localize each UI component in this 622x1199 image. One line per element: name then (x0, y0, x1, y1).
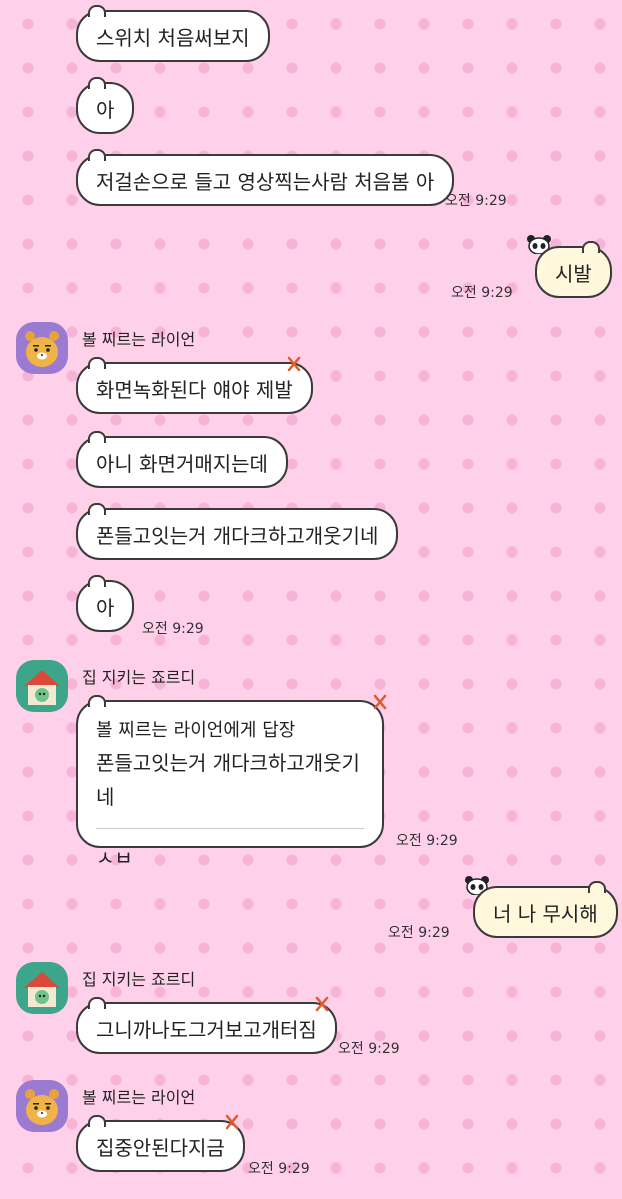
message-text: 집중안된다지금 (96, 1136, 225, 1160)
message-text: 폰들고잇는거 개다크하고개웃기네 (96, 524, 379, 548)
message-text: 그니까나도그거보고개터짐 (96, 1018, 317, 1042)
message-bubble[interactable]: 저걸손으로 들고 영상찍는사람 처음봄 아 (76, 149, 455, 206)
message-text: 스위치 처음써보지 (96, 26, 250, 50)
message-text: 너 나 무시해 (493, 902, 598, 926)
message-bubble-me[interactable]: 너 나 무시해 (473, 881, 618, 938)
message-time: 오전 9:29 (451, 285, 513, 301)
message-time: 오전 9:29 (142, 621, 204, 637)
sender-name: 볼 찌르는 라이언 (82, 330, 196, 349)
message-text: 저걸손으로 들고 영상찍는사람 처음봄 아 (96, 170, 435, 194)
message-bubble[interactable]: 아 (76, 575, 135, 632)
message-bubble[interactable]: 집중안된다지금 (76, 1115, 245, 1172)
reply-message-bubble[interactable]: 볼 찌르는 라이언에게 답장 폰들고잇는거 개다크하고개웃기네 ㅅㅂ (76, 695, 384, 870)
ryan-avatar-icon (25, 1089, 59, 1125)
avatar[interactable] (16, 962, 68, 1014)
reply-target: 볼 찌르는 라이언에게 답장 (96, 720, 296, 741)
message-bubble[interactable]: 화면녹화된다 얘야 제발 (76, 357, 313, 414)
message-bubble[interactable]: 아니 화면거매지는데 (76, 431, 288, 488)
reaction-icon (315, 996, 329, 1012)
reaction-icon (287, 356, 301, 372)
message-time: 오전 9:29 (396, 833, 458, 849)
avatar[interactable] (16, 322, 68, 374)
message-time: 오전 9:29 (445, 193, 507, 209)
message-bubble[interactable]: 아 (76, 77, 135, 134)
jordy-avatar-icon (24, 972, 60, 1007)
sender-name: 볼 찌르는 라이언 (82, 1088, 196, 1107)
sender-name: 집 지키는 죠르디 (82, 970, 196, 989)
sender-name: 집 지키는 죠르디 (82, 668, 196, 687)
message-time: 오전 9:29 (388, 925, 450, 941)
reply-divider (96, 828, 364, 829)
reply-quote: 폰들고잇는거 개다크하고개웃기네 (96, 751, 360, 809)
message-time: 오전 9:29 (338, 1041, 400, 1057)
message-bubble-me[interactable]: 시발 (535, 241, 612, 298)
ryan-avatar-icon (25, 331, 59, 367)
avatar[interactable] (16, 660, 68, 712)
reaction-icon (225, 1114, 239, 1130)
message-bubble[interactable]: 그니까나도그거보고개터짐 (76, 997, 337, 1054)
message-bubble[interactable]: 폰들고잇는거 개다크하고개웃기네 (76, 503, 399, 560)
message-time: 오전 9:29 (248, 1161, 310, 1177)
avatar[interactable] (16, 1080, 68, 1132)
message-bubble[interactable]: 스위치 처음써보지 (76, 5, 270, 62)
message-text: 화면녹화된다 얘야 제발 (96, 378, 293, 402)
message-text: 아 (96, 98, 115, 122)
reaction-icon (373, 694, 387, 710)
message-text: 시발 (555, 262, 592, 286)
message-text: 아 (96, 596, 115, 620)
message-text: 아니 화면거매지는데 (96, 452, 268, 476)
jordy-avatar-icon (24, 670, 60, 705)
message-text: ㅅㅂ (96, 846, 133, 870)
